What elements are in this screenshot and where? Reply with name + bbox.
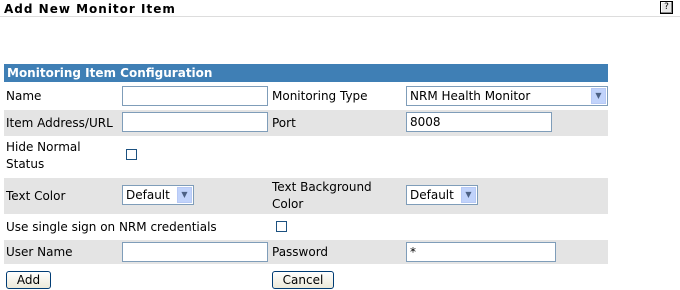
name-label: Name [6,89,42,103]
monitoring-type-label: Monitoring Type [272,89,368,103]
single-sign-on-checkbox[interactable] [276,221,287,232]
item-address-label: Item Address/URL [6,116,113,130]
port-input[interactable] [406,112,552,132]
user-name-label: User Name [6,245,73,259]
name-input[interactable] [122,86,268,106]
help-icon[interactable]: ? [660,1,673,14]
section-header: Monitoring Item Configuration [4,64,608,82]
hide-normal-status-label-line1: Hide Normal [6,140,81,154]
text-color-value: Default [126,188,170,202]
hide-normal-status-label-line2: Status [6,157,45,171]
item-address-input[interactable] [122,112,268,132]
row-credentials: User Name Password [4,240,608,264]
text-bg-color-value: Default [410,188,454,202]
cancel-button[interactable]: Cancel [272,271,334,289]
chevron-down-icon[interactable]: ▼ [461,187,476,203]
row-text-color: Text Color Default ▼ Text Background Col… [4,178,608,214]
row-name: Name Monitoring Type NRM Health Monitor … [4,84,608,108]
password-label: Password [272,245,329,259]
monitoring-type-value: NRM Health Monitor [410,89,531,103]
row-single-sign-on: Use single sign on NRM credentials [4,216,608,238]
page-title: Add New Monitor Item [4,2,176,16]
monitoring-type-select[interactable]: NRM Health Monitor ▼ [406,86,608,106]
hide-normal-status-checkbox[interactable] [126,149,137,160]
text-bg-color-label-line1: Text Background [272,180,372,194]
text-color-select[interactable]: Default ▼ [122,185,194,205]
row-item-address: Item Address/URL Port [4,110,608,136]
title-divider [0,16,680,17]
user-name-input[interactable] [122,242,268,262]
chevron-down-icon[interactable]: ▼ [177,187,192,203]
text-color-label: Text Color [6,189,66,203]
chevron-down-icon[interactable]: ▼ [591,88,606,104]
row-hide-normal-status: Hide Normal Status [4,138,608,176]
add-button[interactable]: Add [6,271,51,289]
text-bg-color-select[interactable]: Default ▼ [406,185,478,205]
password-input[interactable] [406,242,556,262]
single-sign-on-label: Use single sign on NRM credentials [6,220,217,234]
port-label: Port [272,116,296,130]
text-bg-color-label-line2: Color [272,197,304,211]
